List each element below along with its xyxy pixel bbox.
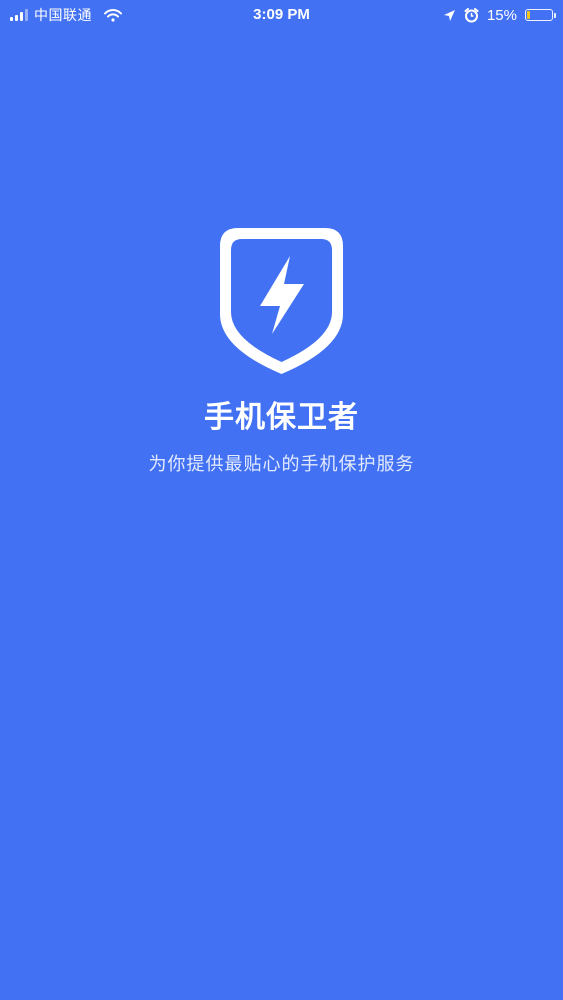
app-subtitle: 为你提供最贴心的手机保护服务 [148,454,415,475]
splash-screen: 中国联通 3:09 PM 15% 手机保卫者 为你提供最贴心的手机保护服务 [0,0,563,1000]
status-bar: 中国联通 3:09 PM 15% [0,0,563,30]
battery-fill [527,11,530,19]
location-arrow-icon [443,9,456,22]
app-title: 手机保卫者 [204,400,359,435]
battery-percent: 15% [486,6,517,24]
alarm-icon [464,7,479,23]
shield-lightning-icon [218,226,345,376]
battery-icon [525,9,556,21]
status-right: 15% [443,5,556,25]
